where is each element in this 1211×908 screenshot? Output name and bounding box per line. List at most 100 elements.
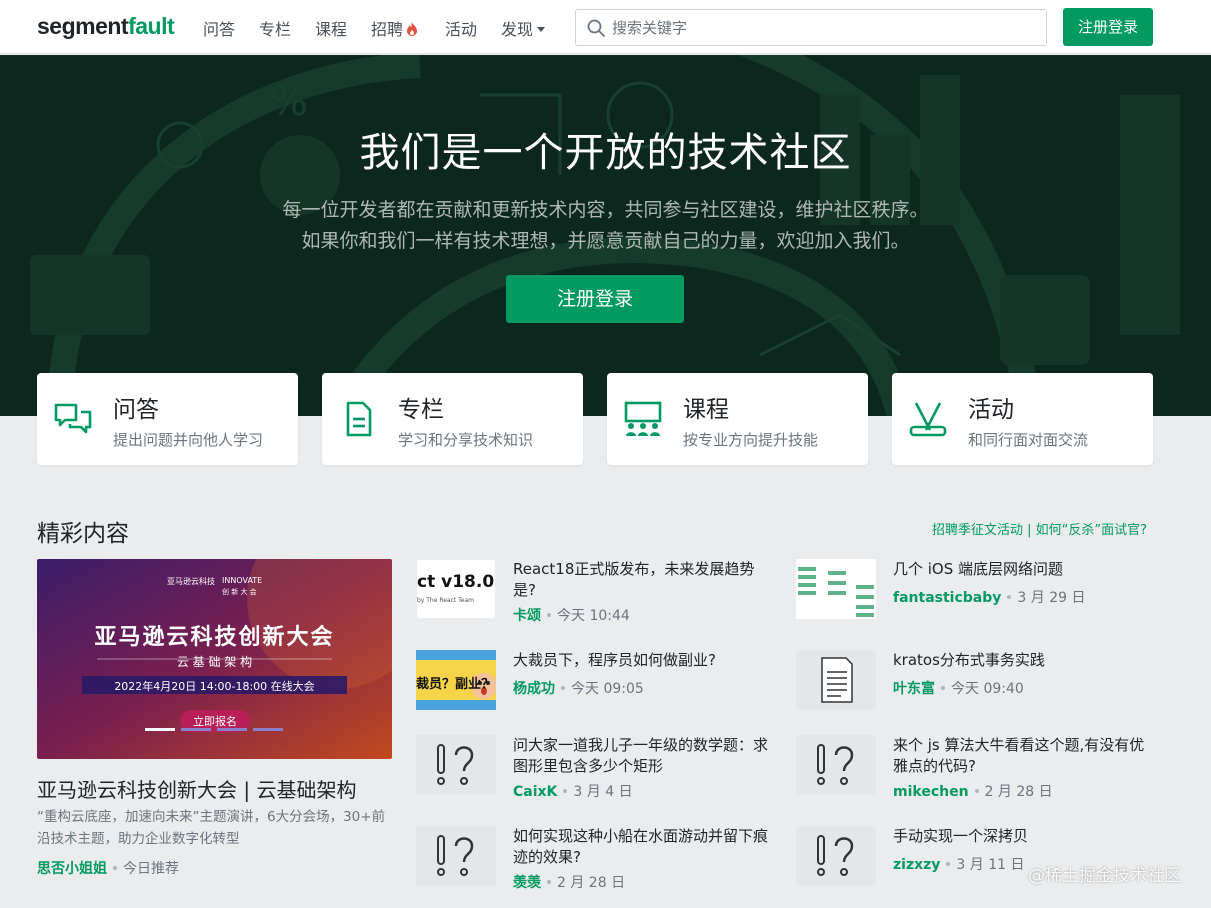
article-thumbnail bbox=[416, 826, 496, 886]
separator-dot bbox=[1007, 595, 1012, 599]
list-item[interactable]: 裁员？副业？ 大裁员下，程序员如何做副业? 杨成功 今天 09:05 bbox=[416, 650, 776, 712]
document-icon bbox=[346, 401, 372, 437]
feature-desc: 提出问题并向他人学习 bbox=[113, 431, 264, 449]
post-time: 今日推荐 bbox=[123, 861, 179, 877]
separator-dot bbox=[561, 686, 565, 690]
banner-signup-button[interactable]: 立即报名 bbox=[180, 713, 250, 729]
separator-dot bbox=[941, 686, 945, 690]
article-meta: CaixK 3 月 4 日 bbox=[513, 781, 633, 801]
article-title[interactable]: 来个 js 算法大牛看看这个题,有没有优雅点的代码? bbox=[893, 735, 1155, 777]
article-thumbnail bbox=[796, 650, 876, 710]
nav-link-jobs[interactable]: 招聘 bbox=[371, 16, 418, 40]
chat-icon bbox=[54, 403, 92, 434]
banner-org: 亚马逊云科技 bbox=[167, 577, 215, 586]
list-item[interactable]: 问大家一道我儿子一年级的数学题：求图形里包含多少个矩形 CaixK 3 月 4 日 bbox=[416, 735, 776, 800]
list-item[interactable]: kratos分布式事务实践 叶东富 今天 09:40 bbox=[796, 650, 1156, 712]
list-item[interactable]: 来个 js 算法大牛看看这个题,有没有优雅点的代码? mikechen 2 月 2… bbox=[796, 735, 1156, 800]
article-thumbnail bbox=[796, 826, 876, 886]
search-input[interactable] bbox=[612, 10, 1032, 45]
article-title[interactable]: React18正式版发布，未来发展趋势是? bbox=[513, 559, 775, 601]
nav-link-course[interactable]: 课程 bbox=[315, 16, 347, 40]
feature-desc: 和同行面对面交流 bbox=[968, 431, 1089, 449]
list-item[interactable]: 几个 iOS 端底层网络问题 fantasticbaby 3 月 29 日 bbox=[796, 559, 1156, 621]
banner-brand: INNOVATE bbox=[222, 576, 263, 585]
fire-icon bbox=[407, 22, 418, 36]
author-link[interactable]: 杨成功 bbox=[513, 681, 555, 697]
banner-subtitle: 云 基 础 架 构 bbox=[176, 655, 253, 669]
post-time: 2 月 28 日 bbox=[984, 784, 1053, 800]
hero-banner: % 我们是一个开放的技术社区 每一位开发者都在贡献和更新技术内容，共同参与社区建… bbox=[0, 55, 1211, 416]
article-title[interactable]: 问大家一道我儿子一年级的数学题：求图形里包含多少个矩形 bbox=[513, 735, 775, 777]
hero-title: 我们是一个开放的技术社区 bbox=[359, 130, 852, 176]
watermark: @稀土掘金技术社区 bbox=[1028, 866, 1181, 886]
hero-subtitle-line1: 每一位开发者都在贡献和更新技术内容，共同参与社区建设，维护社区秩序。 bbox=[282, 199, 929, 221]
section-promo-links[interactable]: 招聘季征文活动 | 如何“反杀”面试官? bbox=[932, 519, 1147, 538]
banner-title: 亚马逊云科技创新大会 bbox=[94, 625, 335, 650]
author-link[interactable]: 羡羡 bbox=[513, 875, 541, 891]
list-item[interactable]: 如何实现这种小船在水面游动并留下痕迹的效果? 羡羡 2 月 28 日 bbox=[416, 826, 776, 891]
post-time: 今天 10:44 bbox=[557, 608, 630, 624]
top-nav: segmentfault 问答 专栏 课程 招聘 活动 发现 注册登录 bbox=[0, 0, 1211, 54]
article-title[interactable]: 大裁员下，程序员如何做副业? bbox=[513, 650, 775, 671]
post-time: 3 月 11 日 bbox=[956, 857, 1025, 873]
article-title[interactable]: 几个 iOS 端底层网络问题 bbox=[893, 559, 1155, 580]
nav-link-column[interactable]: 专栏 bbox=[259, 16, 291, 40]
article-meta: mikechen 2 月 28 日 bbox=[893, 781, 1053, 801]
featured-meta: 思否小姐姐 今日推荐 bbox=[37, 858, 179, 878]
article-thumbnail bbox=[796, 559, 876, 619]
article-thumbnail bbox=[796, 735, 876, 795]
banner-date: 2022年4月20日 14:00-18:00 在线大会 bbox=[114, 680, 315, 693]
section-title: 精彩内容 bbox=[37, 521, 129, 547]
article-meta: 叶东富 今天 09:40 bbox=[893, 678, 1024, 698]
article-title[interactable]: 如何实现这种小船在水面游动并留下痕迹的效果? bbox=[513, 826, 775, 868]
chevron-down-icon bbox=[537, 27, 546, 32]
nav-link-events[interactable]: 活动 bbox=[445, 16, 477, 40]
search-box[interactable] bbox=[575, 9, 1047, 46]
feature-card-events[interactable]: 活动 和同行面对面交流 bbox=[892, 373, 1153, 465]
separator-dot bbox=[547, 613, 551, 617]
author-link[interactable]: mikechen bbox=[893, 784, 969, 800]
author-link[interactable]: CaixK bbox=[513, 784, 557, 800]
author-link[interactable]: 叶东富 bbox=[893, 681, 935, 697]
feature-card-column[interactable]: 专栏 学习和分享技术知识 bbox=[322, 373, 583, 465]
post-time: 今天 09:40 bbox=[951, 681, 1024, 697]
network-diagram-image bbox=[798, 567, 874, 617]
feature-title: 专栏 bbox=[398, 397, 444, 423]
author-link[interactable]: 思否小姐姐 bbox=[37, 861, 107, 877]
article-thumbnail: 裁员？副业？ bbox=[416, 650, 496, 710]
post-time: 3 月 29 日 bbox=[1017, 590, 1086, 606]
article-thumbnail bbox=[416, 735, 496, 795]
hero-subtitle-line2: 如果你和我们一样有技术理想，并愿意贡献自己的力量，欢迎加入我们。 bbox=[301, 230, 910, 252]
post-time: 2 月 28 日 bbox=[557, 875, 626, 891]
separator-dot bbox=[974, 789, 979, 793]
separator-dot bbox=[563, 789, 568, 793]
feature-card-qa[interactable]: 问答 提出问题并向他人学习 bbox=[37, 373, 298, 465]
featured-banner[interactable]: 亚马逊云科技 INNOVATE 创 新 大 会 亚马逊云科技创新大会 云 基 础… bbox=[37, 559, 392, 759]
list-item[interactable]: ct v18.0 by The React Team React18正式版发布，… bbox=[416, 559, 776, 624]
author-link[interactable]: fantasticbaby bbox=[893, 590, 1001, 606]
article-title[interactable]: kratos分布式事务实践 bbox=[893, 650, 1155, 671]
separator-dot bbox=[946, 862, 951, 866]
post-time: 3 月 4 日 bbox=[573, 784, 633, 800]
featured-title[interactable]: 亚马逊云科技创新大会 | 云基础架构 bbox=[37, 774, 356, 803]
author-link[interactable]: zizxzy bbox=[893, 857, 940, 873]
post-time: 今天 09:05 bbox=[571, 681, 644, 697]
feature-title: 课程 bbox=[683, 397, 729, 423]
document-sketch-icon bbox=[821, 657, 853, 703]
feature-title: 活动 bbox=[968, 397, 1014, 423]
article-meta: 杨成功 今天 09:05 bbox=[513, 678, 644, 698]
author-link[interactable]: 卡颂 bbox=[513, 608, 541, 624]
article-meta: fantasticbaby 3 月 29 日 bbox=[893, 587, 1085, 607]
article-title[interactable]: 手动实现一个深拷贝 bbox=[893, 826, 1155, 847]
thumb-text: ct v18.0 bbox=[417, 572, 495, 592]
search-icon bbox=[587, 19, 605, 37]
hero-register-button[interactable]: 注册登录 bbox=[506, 275, 684, 323]
feature-card-course[interactable]: 课程 按专业方向提升技能 bbox=[607, 373, 868, 465]
logo[interactable]: segmentfault bbox=[37, 13, 175, 40]
feature-desc: 按专业方向提升技能 bbox=[683, 431, 819, 449]
article-meta: 羡羡 2 月 28 日 bbox=[513, 872, 625, 892]
separator-dot bbox=[547, 880, 551, 884]
nav-link-qa[interactable]: 问答 bbox=[203, 16, 235, 40]
register-login-button[interactable]: 注册登录 bbox=[1063, 8, 1153, 46]
nav-link-discover[interactable]: 发现 bbox=[501, 16, 546, 40]
